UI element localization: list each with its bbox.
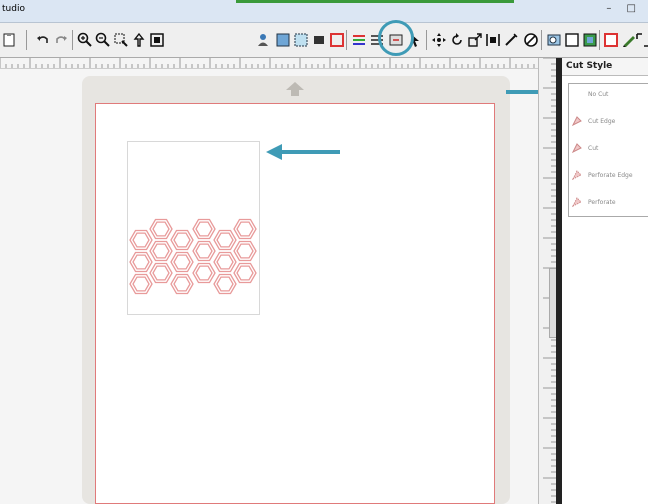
zoom-in-icon[interactable] [76,31,94,49]
panel-a-icon[interactable] [563,31,581,49]
zoom-out-icon[interactable] [94,31,112,49]
hexagon-shape[interactable] [152,221,170,237]
cut-style-panel: Cut Style No Cut Cut Edge Cut Perforate … [562,58,648,504]
cut-style-cut-edge[interactable]: Cut Edge [569,114,648,128]
line-style-icon[interactable] [328,31,346,49]
cut-style-label: No Cut [588,90,609,98]
align-icon[interactable] [484,31,502,49]
move-icon[interactable] [430,31,448,49]
cut-edge-icon [572,116,582,126]
hexagon-shape[interactable] [173,254,191,270]
pen-icon[interactable] [522,31,540,49]
no-cut-icon [572,89,582,99]
rotate-icon[interactable] [448,31,466,49]
redo-icon[interactable] [52,31,70,49]
toolbar-separator [599,30,600,50]
panel-b-icon[interactable] [581,31,599,49]
cut-style-list: No Cut Cut Edge Cut Perforate Edge Perfo… [568,83,648,217]
hexagon-shape[interactable] [132,254,150,270]
hexagon-shape[interactable] [152,243,170,259]
cut-style-no-cut[interactable]: No Cut [569,87,648,101]
panel-c-icon[interactable] [602,31,620,49]
panel-title: Cut Style [562,58,648,76]
cut-style-label: Cut Edge [588,117,616,125]
hexagon-shape[interactable] [195,221,213,237]
hexagon-shape[interactable] [236,243,254,259]
toolbar-separator [72,30,73,50]
annotation-arrow-left [266,144,340,160]
window-title: tudio [2,4,25,14]
cut-style-perforate[interactable]: Perforate [569,195,648,209]
fill-icon[interactable] [310,31,328,49]
perforate-edge-icon [572,170,582,180]
expand-icon[interactable] [634,31,648,49]
paste-icon[interactable] [0,31,18,49]
toolbar-separator [26,30,27,50]
cut-style-label: Cut [588,144,599,152]
pan-icon[interactable] [130,31,148,49]
cut-style-label: Perforate [588,198,616,206]
hexagon-shape[interactable] [173,232,191,248]
window-titlebar: tudio – □ [0,0,648,23]
toolbar-separator [541,30,542,50]
hexagon-design[interactable] [127,212,260,304]
hexagon-shape[interactable] [236,265,254,281]
registration-icon[interactable] [292,31,310,49]
hexagon-shape[interactable] [216,232,234,248]
page-setup-icon[interactable] [274,31,292,49]
replicate-icon[interactable] [502,31,520,49]
scale-icon[interactable] [466,31,484,49]
hexagon-shape[interactable] [173,276,191,292]
fit-page-icon[interactable] [148,31,166,49]
highlight-circle [378,20,414,56]
hexagon-shape[interactable] [132,276,150,292]
trace-icon[interactable] [545,31,563,49]
cut-style-perforate-edge[interactable]: Perforate Edge [569,168,648,182]
perforate-icon [572,197,582,207]
hexagon-shape[interactable] [132,232,150,248]
undo-icon[interactable] [34,31,52,49]
hexagon-shape[interactable] [195,243,213,259]
toolbar-separator [346,30,347,50]
hexagon-shape[interactable] [216,254,234,270]
cut-icon [572,143,582,153]
grid-icon[interactable] [350,31,368,49]
feed-direction-icon [286,82,304,96]
hexagon-shape[interactable] [195,265,213,281]
cut-style-cut[interactable]: Cut [569,141,648,155]
main-toolbar [0,23,648,58]
horizontal-ruler [0,58,540,69]
cut-style-label: Perforate Edge [588,171,633,179]
toolbar-separator [426,30,427,50]
hexagon-shape[interactable] [152,265,170,281]
hexagon-shape[interactable] [216,276,234,292]
zoom-select-icon[interactable] [112,31,130,49]
hexagon-shape[interactable] [236,221,254,237]
window-controls[interactable]: – □ [606,3,642,14]
progress-strip [236,0,514,3]
user-icon[interactable] [254,31,272,49]
